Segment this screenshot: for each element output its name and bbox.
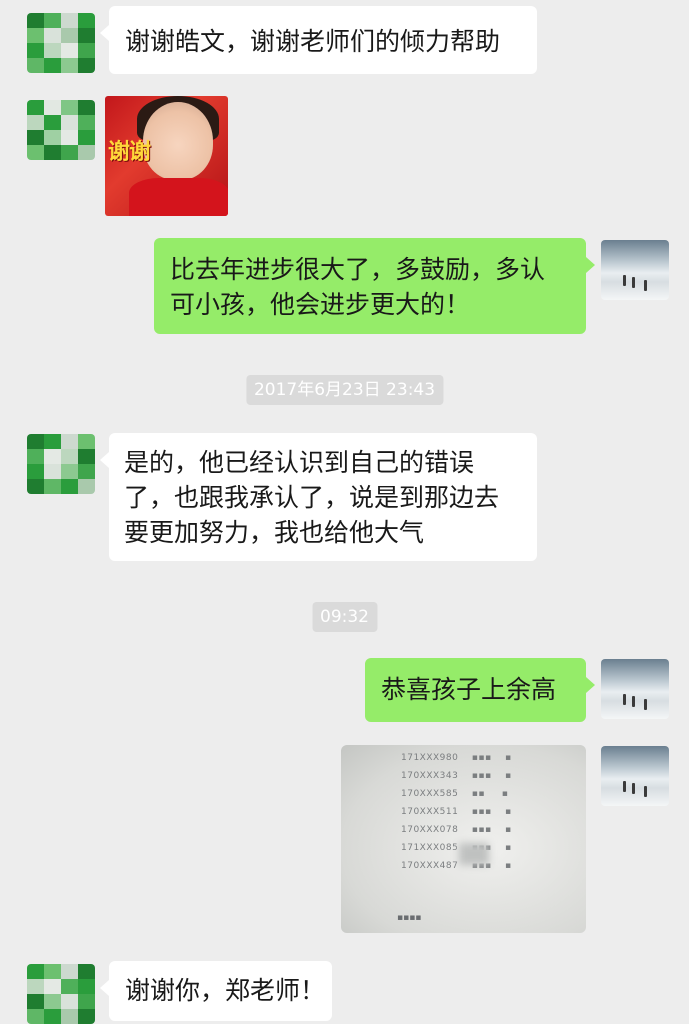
- timestamp: 09:32: [312, 602, 377, 632]
- snowy-mountain-avatar-icon: [601, 240, 669, 300]
- sticker-caption: 谢谢: [108, 140, 151, 165]
- contact-avatar[interactable]: [27, 964, 95, 1024]
- contact-avatar[interactable]: [27, 434, 95, 494]
- snowy-mountain-avatar-icon: [601, 746, 669, 806]
- pixelated-avatar-icon: [27, 100, 95, 160]
- thank-you-sticker[interactable]: 谢谢: [105, 96, 228, 216]
- pixelated-avatar-icon: [27, 964, 95, 1024]
- snowy-mountain-avatar-icon: [601, 659, 669, 719]
- message-bubble-incoming[interactable]: 谢谢你，郑老师！: [100, 961, 332, 1021]
- contact-avatar[interactable]: [27, 13, 95, 73]
- shared-document-photo[interactable]: 171XXX980 ▪▪▪ ▪ 170XXX343 ▪▪▪ ▪ 170XXX58…: [341, 745, 586, 933]
- message-bubble-outgoing[interactable]: 比去年进步很大了，多鼓励，多认 可小孩，他会进步更大的！: [154, 238, 595, 334]
- sticker-face: [143, 102, 213, 180]
- message-text: 谢谢皓文，谢谢老师们的倾力帮助: [125, 27, 501, 56]
- message-bubble-outgoing[interactable]: 恭喜孩子上余高: [365, 658, 595, 722]
- message-bubble-incoming[interactable]: 是的，他已经认识到自己的错误 了，也跟我承认了，说是到那边去 要更加努力，我也给…: [100, 433, 537, 561]
- message-text: 恭喜孩子上余高: [381, 675, 557, 704]
- self-avatar[interactable]: [601, 746, 669, 806]
- self-avatar[interactable]: [601, 659, 669, 719]
- message-bubble-incoming[interactable]: 谢谢皓文，谢谢老师们的倾力帮助: [100, 6, 537, 74]
- message-text: 谢谢你，郑老师！: [125, 976, 326, 1005]
- self-avatar[interactable]: [601, 240, 669, 300]
- message-text: 比去年进步很大了，多鼓励，多认 可小孩，他会进步更大的！: [170, 255, 546, 319]
- pixelated-avatar-icon: [27, 434, 95, 494]
- message-text: 是的，他已经认识到自己的错误 了，也跟我承认了，说是到那边去 要更加努力，我也给…: [124, 448, 500, 547]
- contact-avatar[interactable]: [27, 100, 95, 160]
- timestamp: 2017年6月23日 23:43: [245, 375, 444, 405]
- pixelated-avatar-icon: [27, 13, 95, 73]
